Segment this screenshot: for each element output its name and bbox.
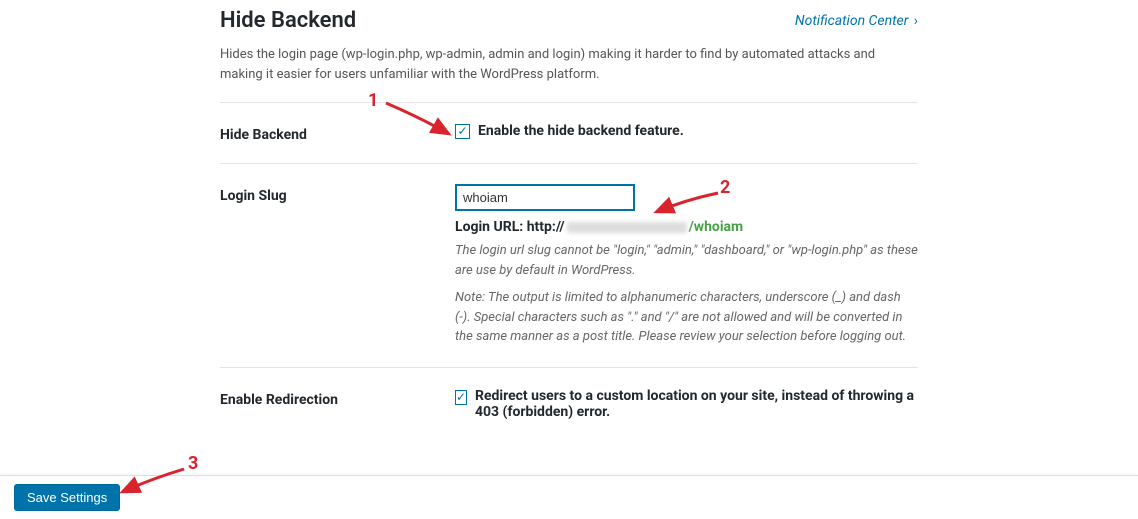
enable-hide-backend-checkbox[interactable] bbox=[455, 124, 470, 139]
notification-center-link[interactable]: Notification Center › bbox=[795, 13, 918, 29]
login-slug-label: Login Slug bbox=[220, 184, 455, 347]
enable-hide-backend-checkbox-label: Enable the hide backend feature. bbox=[478, 123, 684, 139]
page-title: Hide Backend bbox=[220, 8, 356, 33]
hide-backend-label: Hide Backend bbox=[220, 123, 455, 143]
login-url-prefix: Login URL: http:// bbox=[455, 219, 565, 235]
chevron-right-icon: › bbox=[914, 13, 918, 29]
login-slug-desc1: The login url slug cannot be "login," "a… bbox=[455, 241, 918, 280]
intro-text: Hides the login page (wp-login.php, wp-a… bbox=[220, 45, 918, 84]
notification-center-label: Notification Center bbox=[795, 13, 908, 29]
login-slug-input[interactable] bbox=[455, 184, 635, 211]
enable-redirection-checkbox[interactable] bbox=[455, 390, 467, 405]
login-url-display: Login URL: http:// /whoiam bbox=[455, 219, 918, 235]
enable-redirection-label: Enable Redirection bbox=[220, 388, 455, 420]
login-url-slug: /whoiam bbox=[689, 219, 744, 235]
blurred-domain bbox=[567, 222, 687, 233]
enable-redirection-checkbox-label: Redirect users to a custom location on y… bbox=[475, 388, 918, 420]
login-slug-desc2: Note: The output is limited to alphanume… bbox=[455, 288, 918, 347]
save-settings-button[interactable]: Save Settings bbox=[14, 484, 120, 511]
